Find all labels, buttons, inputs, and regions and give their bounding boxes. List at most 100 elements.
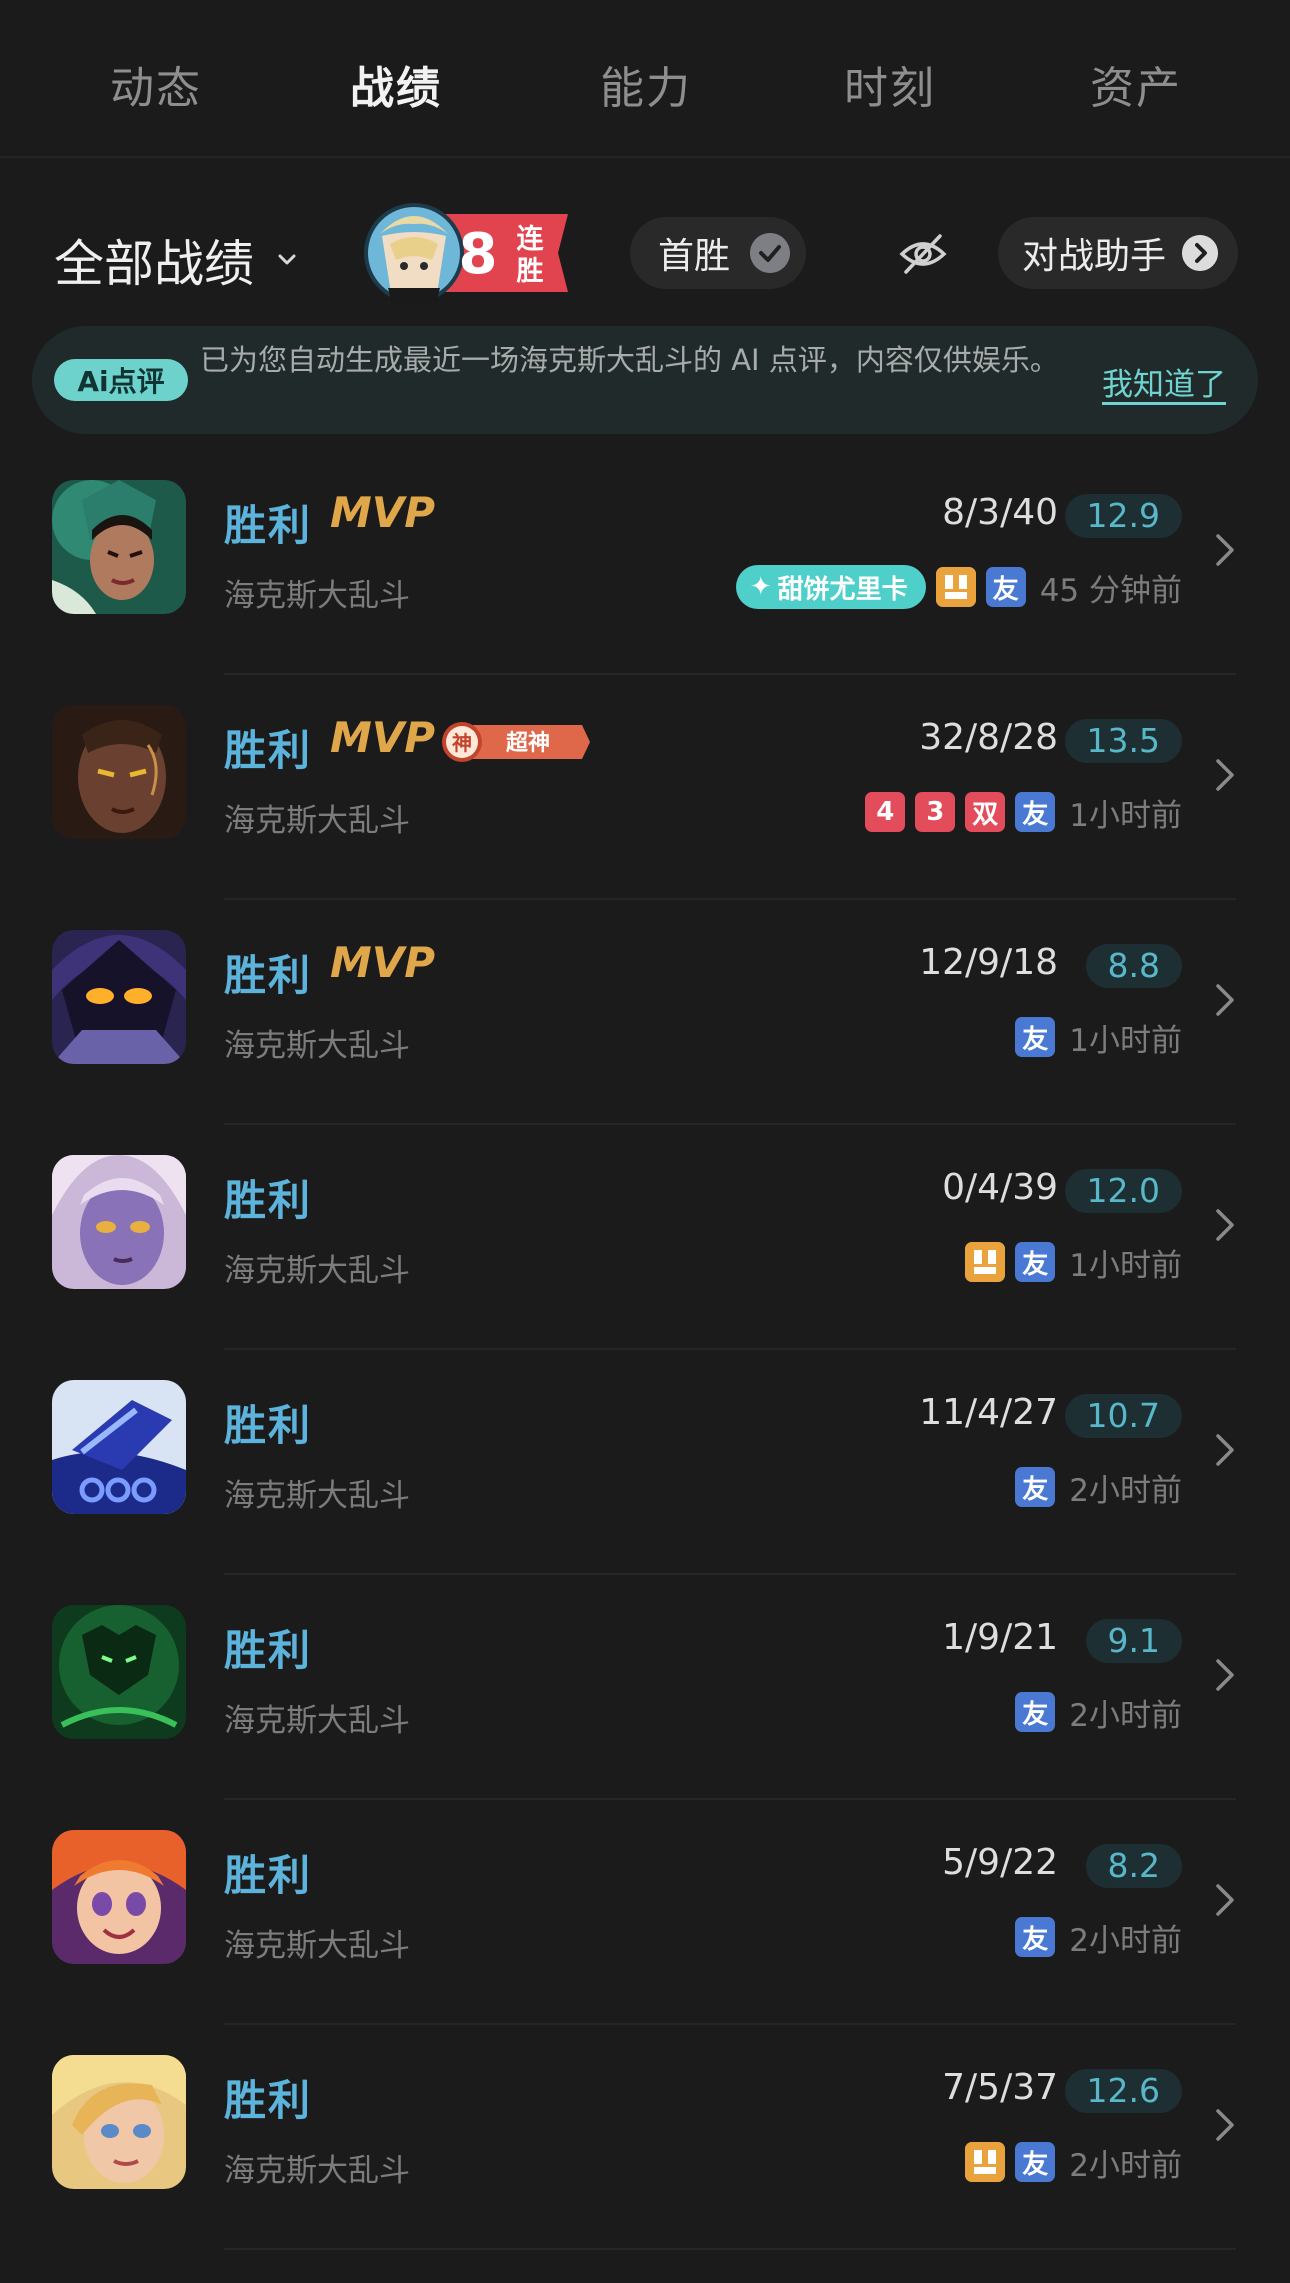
match-time: 2小时前: [1069, 1472, 1182, 1509]
duo-tag-icon: [965, 1242, 1006, 1282]
friend-tag: 友: [1015, 792, 1056, 832]
champion-avatar: [52, 2055, 186, 2189]
match-row[interactable]: 胜利 MVP 海克斯大乱斗 8/3/40 12.9 ✦ 甜饼尤里卡 友 45 分钟…: [0, 450, 1290, 675]
game-mode: 海克斯大乱斗: [224, 1028, 410, 1064]
match-row[interactable]: 胜利 MVP 神 超神 海克斯大乱斗 32/8/28 13.5 4 3 双 友 …: [0, 675, 1290, 900]
game-mode: 海克斯大乱斗: [224, 1253, 410, 1289]
triple-kill-tag: 3: [915, 792, 956, 832]
match-tags: 友 2小时前: [1015, 1465, 1182, 1509]
win-streak-badge[interactable]: 8 连 胜: [362, 200, 572, 306]
match-score: 13.5: [1064, 719, 1182, 763]
tab-ability[interactable]: 能力: [600, 52, 692, 116]
match-row[interactable]: 胜利 海克斯大乱斗 7/5/37 12.6 友 2小时前: [0, 2025, 1290, 2250]
ai-review-dismiss-link[interactable]: 我知道了: [1102, 359, 1226, 404]
match-tags: 友 1小时前: [1015, 1015, 1182, 1059]
match-time: 1小时前: [1069, 1022, 1182, 1059]
champion-avatar: [52, 930, 186, 1064]
ai-review-text: 已为您自动生成最近一场海克斯大乱斗的 AI 点评，内容仅供娱乐。: [200, 343, 1059, 377]
godlike-badge-icon-text: 神: [452, 731, 472, 755]
game-mode: 海克斯大乱斗: [224, 1703, 410, 1739]
kda: 32/8/28: [919, 717, 1058, 758]
chevron-right-icon: [1216, 759, 1234, 791]
match-score: 12.9: [1064, 494, 1182, 538]
match-tags: ✦ 甜饼尤里卡 友 45 分钟前: [735, 565, 1182, 609]
champion-avatar: [52, 1605, 186, 1739]
all-records-label: 全部战绩: [54, 235, 254, 293]
friend-tag: 友: [1015, 2142, 1056, 2182]
match-list: 胜利 MVP 海克斯大乱斗 8/3/40 12.9 ✦ 甜饼尤里卡 友 45 分钟…: [0, 450, 1290, 2250]
match-result: 胜利: [224, 2076, 313, 2125]
match-tags: 友 2小时前: [1015, 1915, 1182, 1959]
tab-assets[interactable]: 资产: [1090, 52, 1182, 116]
first-win-label: 首胜: [658, 236, 731, 277]
match-score: 9.1: [1085, 1619, 1182, 1663]
tab-moments[interactable]: 时刻: [844, 52, 936, 116]
duo-tag-icon: [965, 2142, 1006, 2182]
ai-review-badge: Ai点评: [54, 359, 188, 401]
match-time: 2小时前: [1069, 2147, 1182, 2184]
friend-tag: 友: [1015, 1692, 1056, 1732]
game-mode: 海克斯大乱斗: [224, 2153, 410, 2189]
friend-tag: 友: [1015, 1917, 1056, 1957]
kda: 11/4/27: [919, 1392, 1058, 1433]
mvp-badge: MVP: [330, 938, 436, 987]
match-row[interactable]: 胜利 海克斯大乱斗 11/4/27 10.7 友 2小时前: [0, 1350, 1290, 1575]
mvp-badge: MVP: [330, 488, 436, 537]
match-row[interactable]: 胜利 MVP 海克斯大乱斗 12/9/18 8.8 友 1小时前: [0, 900, 1290, 1125]
mvp-badge: MVP: [330, 713, 436, 762]
game-mode: 海克斯大乱斗: [224, 1928, 410, 1964]
double-kill-tag: 双: [965, 792, 1006, 832]
match-score: 12.6: [1064, 2069, 1182, 2113]
match-result: 胜利: [224, 1851, 313, 1900]
streak-label-top: 连: [517, 223, 545, 255]
sparkle-icon: ✦: [749, 572, 772, 602]
chevron-right-icon: [1216, 984, 1234, 1016]
champion-avatar: [52, 1830, 186, 1964]
match-result: 胜利: [224, 726, 313, 775]
friend-tag: 友: [1015, 1467, 1056, 1507]
match-row[interactable]: 胜利 海克斯大乱斗 1/9/21 9.1 友 2小时前: [0, 1575, 1290, 1800]
game-mode: 海克斯大乱斗: [224, 578, 410, 614]
top-tab-bar: 动态 战绩 能力 时刻 资产: [0, 0, 1290, 158]
match-result: 胜利: [224, 1626, 313, 1675]
friend-tag: 友: [985, 567, 1026, 607]
chevron-right-icon: [1216, 1659, 1234, 1691]
match-time: 1小时前: [1069, 797, 1182, 834]
kda: 12/9/18: [919, 942, 1058, 983]
filter-row: 全部战绩 8 连 胜 首胜 对战助手: [0, 200, 1290, 310]
tab-dynamics[interactable]: 动态: [110, 52, 202, 116]
match-result: 胜利: [224, 501, 313, 550]
chevron-down-icon: [278, 254, 296, 265]
match-row[interactable]: 胜利 海克斯大乱斗 0/4/39 12.0 友 1小时前: [0, 1125, 1290, 1350]
match-time: 45 分钟前: [1039, 572, 1182, 609]
quadra-kill-tag: 4: [865, 792, 906, 832]
godlike-badge: 神 超神: [442, 722, 590, 762]
first-win-toggle[interactable]: 首胜: [630, 217, 806, 289]
row-divider: [224, 2248, 1236, 2250]
match-row[interactable]: 胜利 海克斯大乱斗 5/9/22 8.2 友 2小时前: [0, 1800, 1290, 2025]
kda: 8/3/40: [942, 492, 1058, 533]
match-result: 胜利: [224, 951, 313, 1000]
duo-tag-icon: [935, 567, 976, 607]
match-score: 12.0: [1064, 1169, 1182, 1213]
chevron-right-icon: [1216, 1209, 1234, 1241]
chevron-right-icon: [1216, 534, 1234, 566]
kda: 5/9/22: [942, 1842, 1058, 1883]
battle-assistant-button[interactable]: 对战助手: [998, 217, 1238, 289]
champion-avatar: [52, 480, 186, 614]
tab-records[interactable]: 战绩: [350, 52, 442, 116]
match-time: 2小时前: [1069, 1697, 1182, 1734]
match-tags: 友 1小时前: [965, 1240, 1182, 1284]
champion-avatar: [52, 705, 186, 839]
ai-review-banner: Ai点评 已为您自动生成最近一场海克斯大乱斗的 AI 点评，内容仅供娱乐。 我知…: [32, 326, 1258, 434]
match-result: 胜利: [224, 1401, 313, 1450]
hide-eye-icon[interactable]: [898, 232, 948, 276]
match-score: 10.7: [1064, 1394, 1182, 1438]
friend-tag: 友: [1015, 1017, 1056, 1057]
godlike-badge-label: 超神: [506, 730, 550, 756]
match-time: 1小时前: [1069, 1247, 1182, 1284]
match-tags: 4 3 双 友 1小时前: [865, 790, 1182, 834]
all-records-dropdown[interactable]: 全部战绩: [54, 224, 298, 296]
match-time: 2小时前: [1069, 1922, 1182, 1959]
streak-number: 8: [459, 222, 498, 287]
